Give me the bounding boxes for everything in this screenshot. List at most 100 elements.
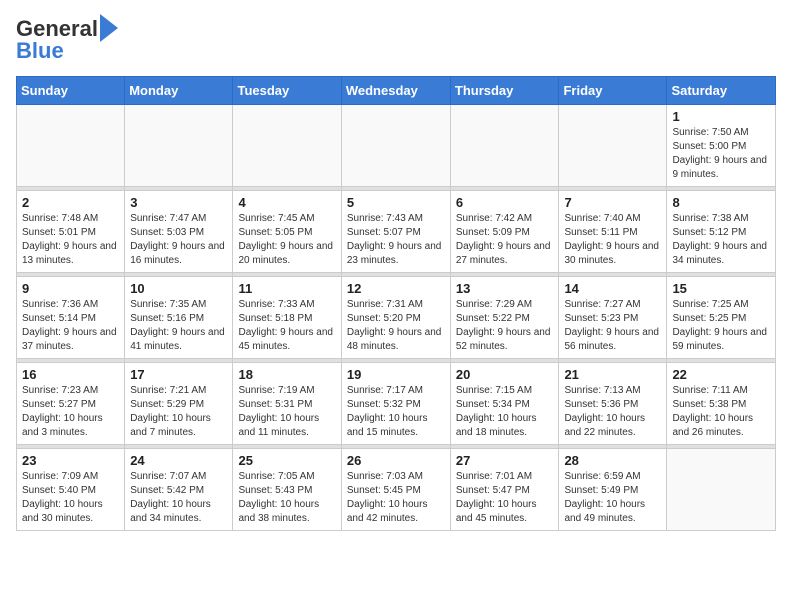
day-info: Sunrise: 6:59 AM Sunset: 5:49 PM Dayligh… (564, 470, 661, 526)
day-info: Sunrise: 7:42 AM Sunset: 5:09 PM Dayligh… (456, 212, 554, 268)
day-number: 7 (564, 195, 661, 210)
day-number: 26 (347, 453, 445, 468)
calendar-day-cell: 14 Sunrise: 7:27 AM Sunset: 5:23 PM Dayli… (559, 277, 667, 359)
calendar-day-cell (450, 105, 559, 187)
day-number: 27 (456, 453, 554, 468)
day-number: 25 (238, 453, 335, 468)
day-number: 21 (564, 367, 661, 382)
day-info: Sunrise: 7:05 AM Sunset: 5:43 PM Dayligh… (238, 470, 335, 526)
day-info: Sunrise: 7:13 AM Sunset: 5:36 PM Dayligh… (564, 384, 661, 440)
calendar-week-row: 2 Sunrise: 7:48 AM Sunset: 5:01 PM Daylig… (17, 191, 776, 273)
day-number: 19 (347, 367, 445, 382)
day-info: Sunrise: 7:15 AM Sunset: 5:34 PM Dayligh… (456, 384, 554, 440)
day-number: 6 (456, 195, 554, 210)
weekday-header: Thursday (450, 77, 559, 105)
weekday-header: Saturday (667, 77, 776, 105)
calendar-day-cell: 18 Sunrise: 7:19 AM Sunset: 5:31 PM Dayli… (233, 363, 341, 445)
day-number: 5 (347, 195, 445, 210)
day-info: Sunrise: 7:17 AM Sunset: 5:32 PM Dayligh… (347, 384, 445, 440)
weekday-header: Friday (559, 77, 667, 105)
calendar-day-cell: 17 Sunrise: 7:21 AM Sunset: 5:29 PM Dayli… (125, 363, 233, 445)
logo-arrow-icon (100, 14, 118, 42)
day-number: 10 (130, 281, 227, 296)
day-info: Sunrise: 7:31 AM Sunset: 5:20 PM Dayligh… (347, 298, 445, 354)
calendar-day-cell: 27 Sunrise: 7:01 AM Sunset: 5:47 PM Dayli… (450, 449, 559, 531)
day-info: Sunrise: 7:27 AM Sunset: 5:23 PM Dayligh… (564, 298, 661, 354)
day-number: 4 (238, 195, 335, 210)
calendar-day-cell: 12 Sunrise: 7:31 AM Sunset: 5:20 PM Dayli… (341, 277, 450, 359)
day-info: Sunrise: 7:07 AM Sunset: 5:42 PM Dayligh… (130, 470, 227, 526)
calendar-table: SundayMondayTuesdayWednesdayThursdayFrid… (16, 76, 776, 531)
calendar-day-cell (667, 449, 776, 531)
weekday-header: Sunday (17, 77, 125, 105)
calendar-day-cell (233, 105, 341, 187)
calendar-day-cell: 8 Sunrise: 7:38 AM Sunset: 5:12 PM Daylig… (667, 191, 776, 273)
calendar-day-cell: 9Sunrise: 7:36 AM Sunset: 5:14 PM Daylig… (17, 277, 125, 359)
calendar-header-row: SundayMondayTuesdayWednesdayThursdayFrid… (17, 77, 776, 105)
day-info: Sunrise: 7:11 AM Sunset: 5:38 PM Dayligh… (672, 384, 770, 440)
day-info: Sunrise: 7:29 AM Sunset: 5:22 PM Dayligh… (456, 298, 554, 354)
logo: General Blue (16, 16, 118, 64)
day-number: 28 (564, 453, 661, 468)
day-info: Sunrise: 7:19 AM Sunset: 5:31 PM Dayligh… (238, 384, 335, 440)
day-info: Sunrise: 7:21 AM Sunset: 5:29 PM Dayligh… (130, 384, 227, 440)
day-number: 13 (456, 281, 554, 296)
weekday-header: Wednesday (341, 77, 450, 105)
calendar-day-cell: 16 Sunrise: 7:23 AM Sunset: 5:27 PM Dayli… (17, 363, 125, 445)
page-header: General Blue (16, 16, 776, 64)
calendar-day-cell: 10 Sunrise: 7:35 AM Sunset: 5:16 PM Dayli… (125, 277, 233, 359)
day-info: Sunrise: 7:50 AM Sunset: 5:00 PM Dayligh… (672, 126, 770, 182)
day-number: 17 (130, 367, 227, 382)
day-info: Sunrise: 7:33 AM Sunset: 5:18 PM Dayligh… (238, 298, 335, 354)
calendar-day-cell (125, 105, 233, 187)
calendar-day-cell: 2 Sunrise: 7:48 AM Sunset: 5:01 PM Daylig… (17, 191, 125, 273)
day-info: Sunrise: 7:48 AM Sunset: 5:01 PM Dayligh… (22, 212, 119, 268)
calendar-day-cell (559, 105, 667, 187)
day-number: 3 (130, 195, 227, 210)
calendar-day-cell: 19 Sunrise: 7:17 AM Sunset: 5:32 PM Dayli… (341, 363, 450, 445)
calendar-day-cell: 5 Sunrise: 7:43 AM Sunset: 5:07 PM Daylig… (341, 191, 450, 273)
day-info: Sunrise: 7:23 AM Sunset: 5:27 PM Dayligh… (22, 384, 119, 440)
calendar-day-cell: 26 Sunrise: 7:03 AM Sunset: 5:45 PM Dayli… (341, 449, 450, 531)
day-number: 2 (22, 195, 119, 210)
day-number: 12 (347, 281, 445, 296)
day-number: 22 (672, 367, 770, 382)
day-number: 16 (22, 367, 119, 382)
calendar-day-cell: 7 Sunrise: 7:40 AM Sunset: 5:11 PM Daylig… (559, 191, 667, 273)
calendar-day-cell (17, 105, 125, 187)
day-info: Sunrise: 7:45 AM Sunset: 5:05 PM Dayligh… (238, 212, 335, 268)
day-number: 15 (672, 281, 770, 296)
day-number: 9 (22, 281, 119, 296)
calendar-week-row: 9Sunrise: 7:36 AM Sunset: 5:14 PM Daylig… (17, 277, 776, 359)
calendar-week-row: 23 Sunrise: 7:09 AM Sunset: 5:40 PM Dayli… (17, 449, 776, 531)
day-info: Sunrise: 7:43 AM Sunset: 5:07 PM Dayligh… (347, 212, 445, 268)
calendar-week-row: 16 Sunrise: 7:23 AM Sunset: 5:27 PM Dayli… (17, 363, 776, 445)
weekday-header: Monday (125, 77, 233, 105)
calendar-day-cell: 4 Sunrise: 7:45 AM Sunset: 5:05 PM Daylig… (233, 191, 341, 273)
day-info: Sunrise: 7:25 AM Sunset: 5:25 PM Dayligh… (672, 298, 770, 354)
calendar-day-cell: 13 Sunrise: 7:29 AM Sunset: 5:22 PM Dayli… (450, 277, 559, 359)
calendar-day-cell: 6 Sunrise: 7:42 AM Sunset: 5:09 PM Daylig… (450, 191, 559, 273)
calendar-day-cell: 23 Sunrise: 7:09 AM Sunset: 5:40 PM Dayli… (17, 449, 125, 531)
calendar-day-cell: 21 Sunrise: 7:13 AM Sunset: 5:36 PM Dayli… (559, 363, 667, 445)
day-number: 20 (456, 367, 554, 382)
calendar-day-cell: 15 Sunrise: 7:25 AM Sunset: 5:25 PM Dayli… (667, 277, 776, 359)
calendar-day-cell: 1Sunrise: 7:50 AM Sunset: 5:00 PM Daylig… (667, 105, 776, 187)
calendar-day-cell: 22 Sunrise: 7:11 AM Sunset: 5:38 PM Dayli… (667, 363, 776, 445)
day-number: 23 (22, 453, 119, 468)
day-info: Sunrise: 7:01 AM Sunset: 5:47 PM Dayligh… (456, 470, 554, 526)
weekday-header: Tuesday (233, 77, 341, 105)
day-info: Sunrise: 7:09 AM Sunset: 5:40 PM Dayligh… (22, 470, 119, 526)
day-number: 18 (238, 367, 335, 382)
day-info: Sunrise: 7:35 AM Sunset: 5:16 PM Dayligh… (130, 298, 227, 354)
day-info: Sunrise: 7:47 AM Sunset: 5:03 PM Dayligh… (130, 212, 227, 268)
calendar-day-cell: 24Sunrise: 7:07 AM Sunset: 5:42 PM Dayli… (125, 449, 233, 531)
calendar-day-cell: 3 Sunrise: 7:47 AM Sunset: 5:03 PM Daylig… (125, 191, 233, 273)
day-info: Sunrise: 7:03 AM Sunset: 5:45 PM Dayligh… (347, 470, 445, 526)
day-number: 8 (672, 195, 770, 210)
calendar-week-row: 1Sunrise: 7:50 AM Sunset: 5:00 PM Daylig… (17, 105, 776, 187)
calendar-day-cell: 25 Sunrise: 7:05 AM Sunset: 5:43 PM Dayli… (233, 449, 341, 531)
day-info: Sunrise: 7:40 AM Sunset: 5:11 PM Dayligh… (564, 212, 661, 268)
day-number: 14 (564, 281, 661, 296)
day-info: Sunrise: 7:38 AM Sunset: 5:12 PM Dayligh… (672, 212, 770, 268)
